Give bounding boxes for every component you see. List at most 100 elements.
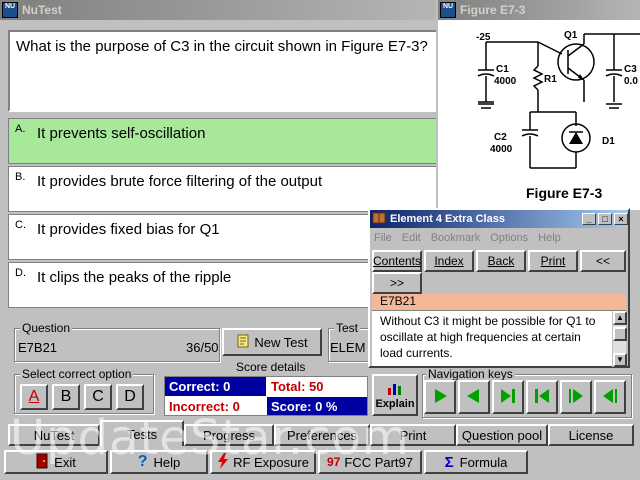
score-percent: Score: 0 % — [267, 397, 367, 415]
question-id: E7B21 — [18, 340, 58, 355]
browse-back-button[interactable]: << — [580, 250, 626, 272]
door-icon — [36, 453, 48, 472]
c1-value: 4000 — [494, 76, 517, 87]
answer-option-b[interactable]: B. It provides brute force filtering of … — [8, 166, 448, 212]
figure-app-icon: NU — [440, 2, 456, 18]
total-count: Total: 50 — [271, 379, 324, 394]
tab-license[interactable]: License — [548, 424, 634, 446]
score-details-label: Score details — [236, 360, 306, 374]
skip-end-icon — [499, 387, 517, 408]
formula-label: Formula — [459, 454, 508, 470]
select-d-button[interactable]: D — [116, 384, 144, 410]
answer-option-a[interactable]: A. It prevents self-oscillation — [8, 118, 448, 164]
help-menubar: File Edit Bookmark Options Help — [374, 232, 571, 244]
help-window-title: Element 4 Extra Class — [390, 213, 505, 225]
nav-next-button[interactable] — [424, 380, 456, 414]
explain-button[interactable]: Explain — [372, 374, 418, 416]
help-label: Help — [153, 454, 181, 470]
question-text-box: What is the purpose of C3 in the circuit… — [8, 30, 448, 112]
button-label: Index — [434, 254, 464, 268]
answer-text: It provides brute force filtering of the… — [37, 173, 323, 190]
test-group-label: Test — [334, 321, 361, 335]
nav-first-button[interactable] — [526, 380, 558, 414]
c3-value: 0.0 — [624, 76, 638, 87]
c3-label: C3 — [624, 64, 637, 75]
lightning-icon — [217, 452, 229, 472]
tab-label: Question pool — [461, 427, 543, 443]
scroll-up-icon[interactable]: ▲ — [613, 311, 627, 325]
d1-label: D1 — [602, 136, 615, 147]
fcc-part97-button[interactable]: 97 FCC Part97 — [318, 450, 422, 474]
question-text: What is the purpose of C3 in the circuit… — [16, 38, 428, 55]
contents-button[interactable]: Contents — [372, 250, 422, 272]
nav-prev-unanswered-button[interactable] — [594, 380, 626, 414]
play-right-icon — [431, 387, 449, 408]
maximize-icon[interactable]: □ — [598, 213, 612, 225]
answer-letter: A. — [15, 123, 26, 135]
chart-icon — [386, 381, 404, 398]
book-icon — [372, 212, 386, 227]
exit-label: Exit — [54, 454, 76, 470]
menu-file[interactable]: File — [374, 232, 392, 244]
tab-tests[interactable]: Tests — [100, 420, 184, 446]
help-button[interactable]: ? Help — [110, 450, 208, 474]
new-test-label: New Test — [254, 334, 308, 350]
scroll-down-icon[interactable]: ▼ — [613, 353, 627, 367]
nav-last-button[interactable] — [492, 380, 524, 414]
answer-text: It provides fixed bias for Q1 — [37, 221, 220, 238]
rf-exposure-button[interactable]: RF Exposure — [210, 450, 316, 474]
option-label: D — [124, 388, 136, 405]
fcc-97-icon: 97 — [327, 455, 341, 469]
step-forward-icon — [567, 387, 585, 408]
tab-question-pool[interactable]: Question pool — [456, 424, 548, 446]
menu-help[interactable]: Help — [538, 232, 561, 244]
button-label: Print — [540, 254, 566, 268]
scroll-thumb[interactable] — [613, 327, 627, 341]
print-button[interactable]: Print — [528, 250, 578, 272]
minimize-icon[interactable]: _ — [582, 213, 596, 225]
step-back-icon — [601, 387, 619, 408]
button-label: Contents — [372, 254, 422, 268]
option-label: A — [28, 388, 40, 405]
option-label: C — [92, 388, 104, 405]
browse-forward-button[interactable]: >> — [372, 272, 422, 294]
close-icon[interactable]: × — [614, 213, 628, 225]
circuit-diagram: -25 Q1 C1 4000 R1 C2 4000 D1 C3 0.0 Figu… — [476, 30, 640, 201]
menu-bookmark[interactable]: Bookmark — [431, 232, 481, 244]
nav-prev-button[interactable] — [458, 380, 490, 414]
help-topic-id: E7B21 — [380, 294, 417, 308]
index-button[interactable]: Index — [424, 250, 474, 272]
help-window: Element 4 Extra Class _ □ × File Edit Bo… — [368, 208, 630, 368]
figure-window: NU Figure E7-3 -25 Q1 C1 4000 R1 C2 4000… — [436, 0, 640, 210]
voltage-label: -25 — [476, 32, 491, 43]
tab-progress[interactable]: Progress — [184, 424, 274, 446]
exit-button[interactable]: Exit — [4, 450, 108, 474]
formula-button[interactable]: Σ Formula — [424, 450, 528, 474]
skip-start-icon — [533, 387, 551, 408]
help-topic-header: E7B21 — [372, 294, 626, 310]
back-button[interactable]: Back — [476, 250, 526, 272]
answer-letter: C. — [15, 219, 26, 231]
menu-edit[interactable]: Edit — [402, 232, 421, 244]
tab-label: Preferences — [286, 427, 358, 443]
tab-nutest[interactable]: NuTest — [8, 424, 100, 446]
main-titlebar[interactable]: NU NuTest — [0, 0, 436, 20]
tab-label: NuTest — [33, 427, 75, 443]
r1-label: R1 — [544, 74, 557, 85]
tab-preferences[interactable]: Preferences — [274, 424, 370, 446]
q1-label: Q1 — [564, 30, 578, 41]
figure-titlebar[interactable]: NU Figure E7-3 — [438, 0, 640, 20]
figure-caption: Figure E7-3 — [526, 185, 602, 201]
select-b-button[interactable]: B — [52, 384, 80, 410]
help-scrollbar[interactable]: ▲ ▼ — [612, 311, 627, 367]
tab-label: Tests — [126, 426, 158, 442]
nav-next-unanswered-button[interactable] — [560, 380, 592, 414]
tab-print[interactable]: Print — [370, 424, 456, 446]
play-left-icon — [465, 387, 483, 408]
select-c-button[interactable]: C — [84, 384, 112, 410]
new-test-button[interactable]: New Test — [222, 328, 322, 356]
menu-options[interactable]: Options — [490, 232, 528, 244]
select-a-button[interactable]: A — [20, 384, 48, 410]
new-test-icon — [236, 334, 250, 351]
help-titlebar[interactable]: Element 4 Extra Class _ □ × — [370, 210, 628, 228]
